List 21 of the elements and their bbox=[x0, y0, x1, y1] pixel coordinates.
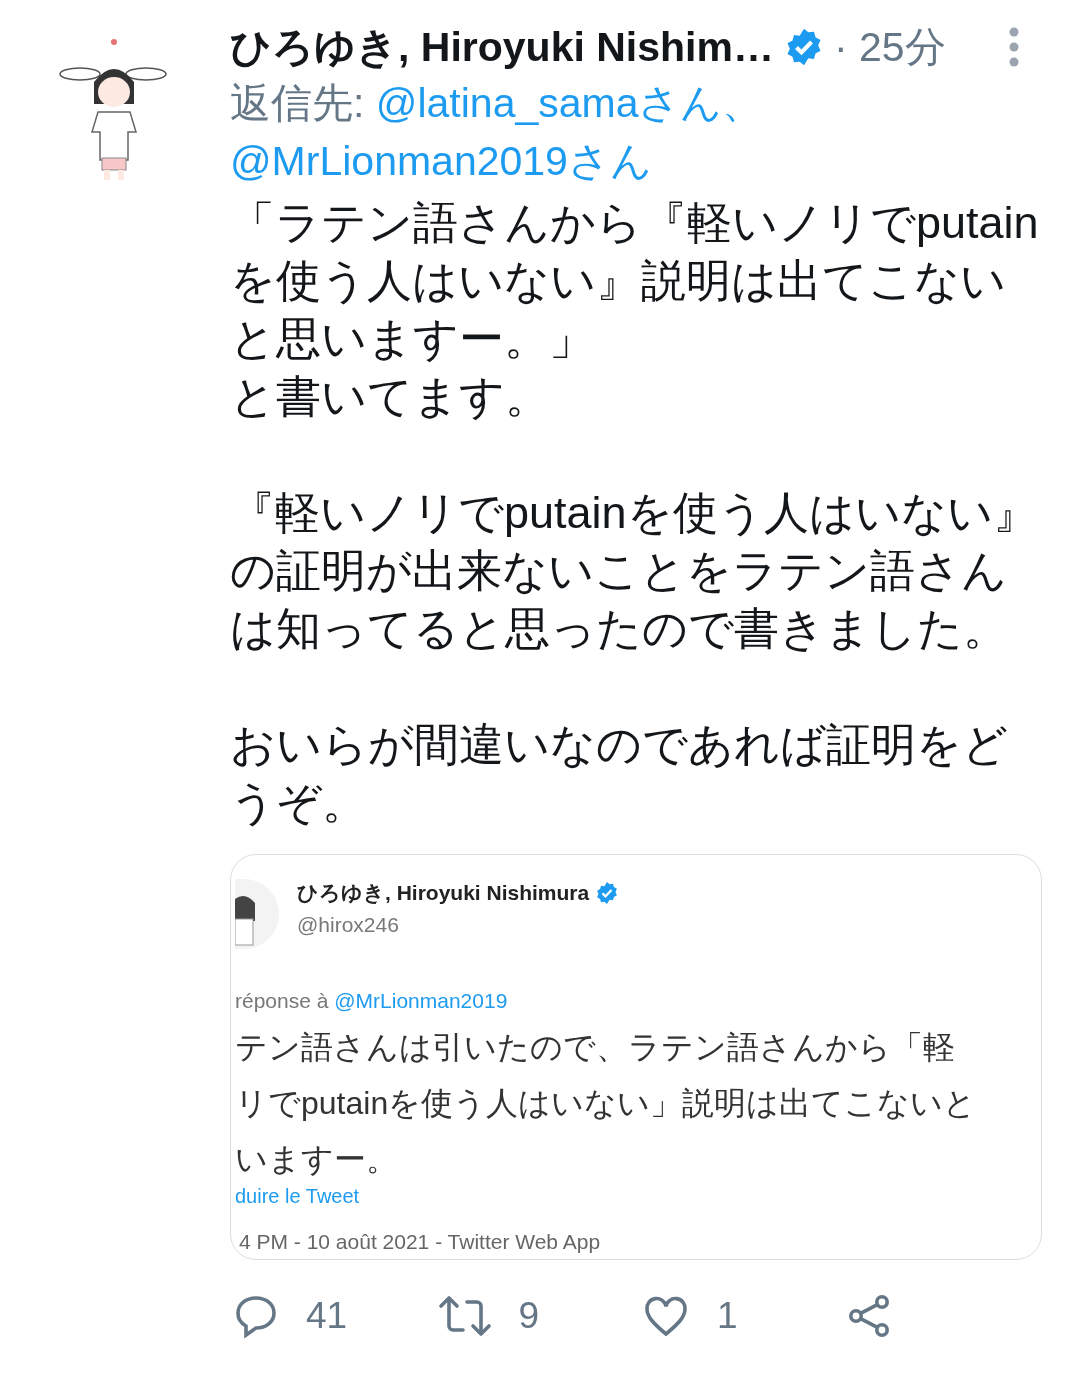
reply-count: 41 bbox=[306, 1295, 348, 1337]
embedded-display-name: ひろゆき, Hiroyuki Nishimura bbox=[297, 880, 590, 906]
more-options-icon[interactable] bbox=[1008, 27, 1020, 67]
tweet-time: · 25分 bbox=[833, 22, 946, 72]
display-name[interactable]: ひろゆき, Hiroyuki Nishim… bbox=[230, 19, 774, 75]
mention-link[interactable]: @MrLionman2019さん bbox=[230, 138, 652, 184]
tweet-text: おいらが間違いなのであれば証明をどうぞ。 bbox=[230, 718, 1009, 830]
like-count: 1 bbox=[717, 1295, 738, 1337]
retweet-count: 9 bbox=[518, 1295, 540, 1337]
avatar-icon bbox=[235, 879, 279, 949]
embedded-tweet-text: リでputainを使う人はいない」説明は出てこないと bbox=[235, 1084, 978, 1123]
tweet-text: 「ラテン語さんから『軽いノリでputainを使う人はいない』説明は出てこないと思いますー。」 bbox=[230, 196, 1040, 366]
embedded-tweet-text: テン語さんは引いたので、ラテン語さんから「軽 bbox=[235, 1028, 956, 1067]
embedded-handle: @hirox246 bbox=[297, 913, 400, 937]
embedded-timestamp: 4 PM - 10 août 2021 - Twitter Web App bbox=[238, 1230, 602, 1254]
reply-label: 返信先: bbox=[230, 80, 366, 126]
mention-link[interactable]: @latina_samaさん、 bbox=[375, 80, 764, 126]
tweet-text: 『軽いノリでputainを使う人はいない』の証明が出来ないことをラテン語さんは知ってると思ったので書きました。 bbox=[230, 486, 1039, 656]
tweet-text: と書いてます。 bbox=[230, 370, 551, 424]
reply-label: réponse à bbox=[235, 989, 329, 1012]
embedded-tweet-text: いますー。 bbox=[235, 1140, 399, 1179]
